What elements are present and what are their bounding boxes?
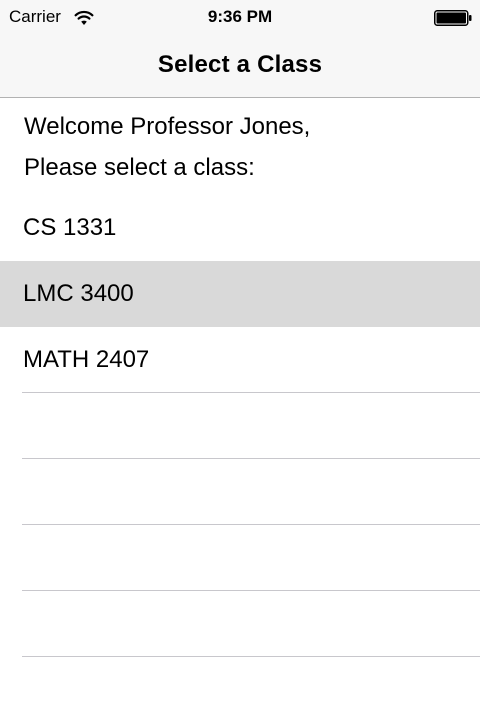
row-separator bbox=[22, 656, 480, 657]
class-list: CS 1331 LMC 3400 MATH 2407 bbox=[0, 195, 480, 657]
welcome-message: Welcome Professor Jones, bbox=[24, 113, 311, 140]
status-time: 9:36 PM bbox=[207, 7, 273, 26]
empty-row bbox=[0, 459, 480, 525]
empty-row bbox=[0, 393, 480, 459]
class-row-label: LMC 3400 bbox=[23, 280, 134, 307]
empty-row bbox=[0, 525, 480, 591]
class-row-label: MATH 2407 bbox=[23, 346, 150, 373]
navigation-bar: Carrier 9:36 PM Select a Class bbox=[0, 0, 480, 98]
status-bar: Carrier 9:36 PM bbox=[0, 0, 480, 36]
page-title: Select a Class bbox=[157, 51, 323, 78]
class-row-label: CS 1331 bbox=[23, 214, 117, 241]
class-row-math-2407[interactable]: MATH 2407 bbox=[0, 327, 480, 393]
class-row-lmc-3400[interactable]: LMC 3400 bbox=[0, 261, 480, 327]
empty-row bbox=[0, 591, 480, 657]
select-class-prompt: Please select a class: bbox=[24, 154, 255, 181]
class-row-cs-1331[interactable]: CS 1331 bbox=[0, 195, 480, 261]
app-screen: Carrier 9:36 PM Select a Class Welcome P… bbox=[0, 0, 480, 722]
battery-full-icon bbox=[434, 10, 472, 26]
